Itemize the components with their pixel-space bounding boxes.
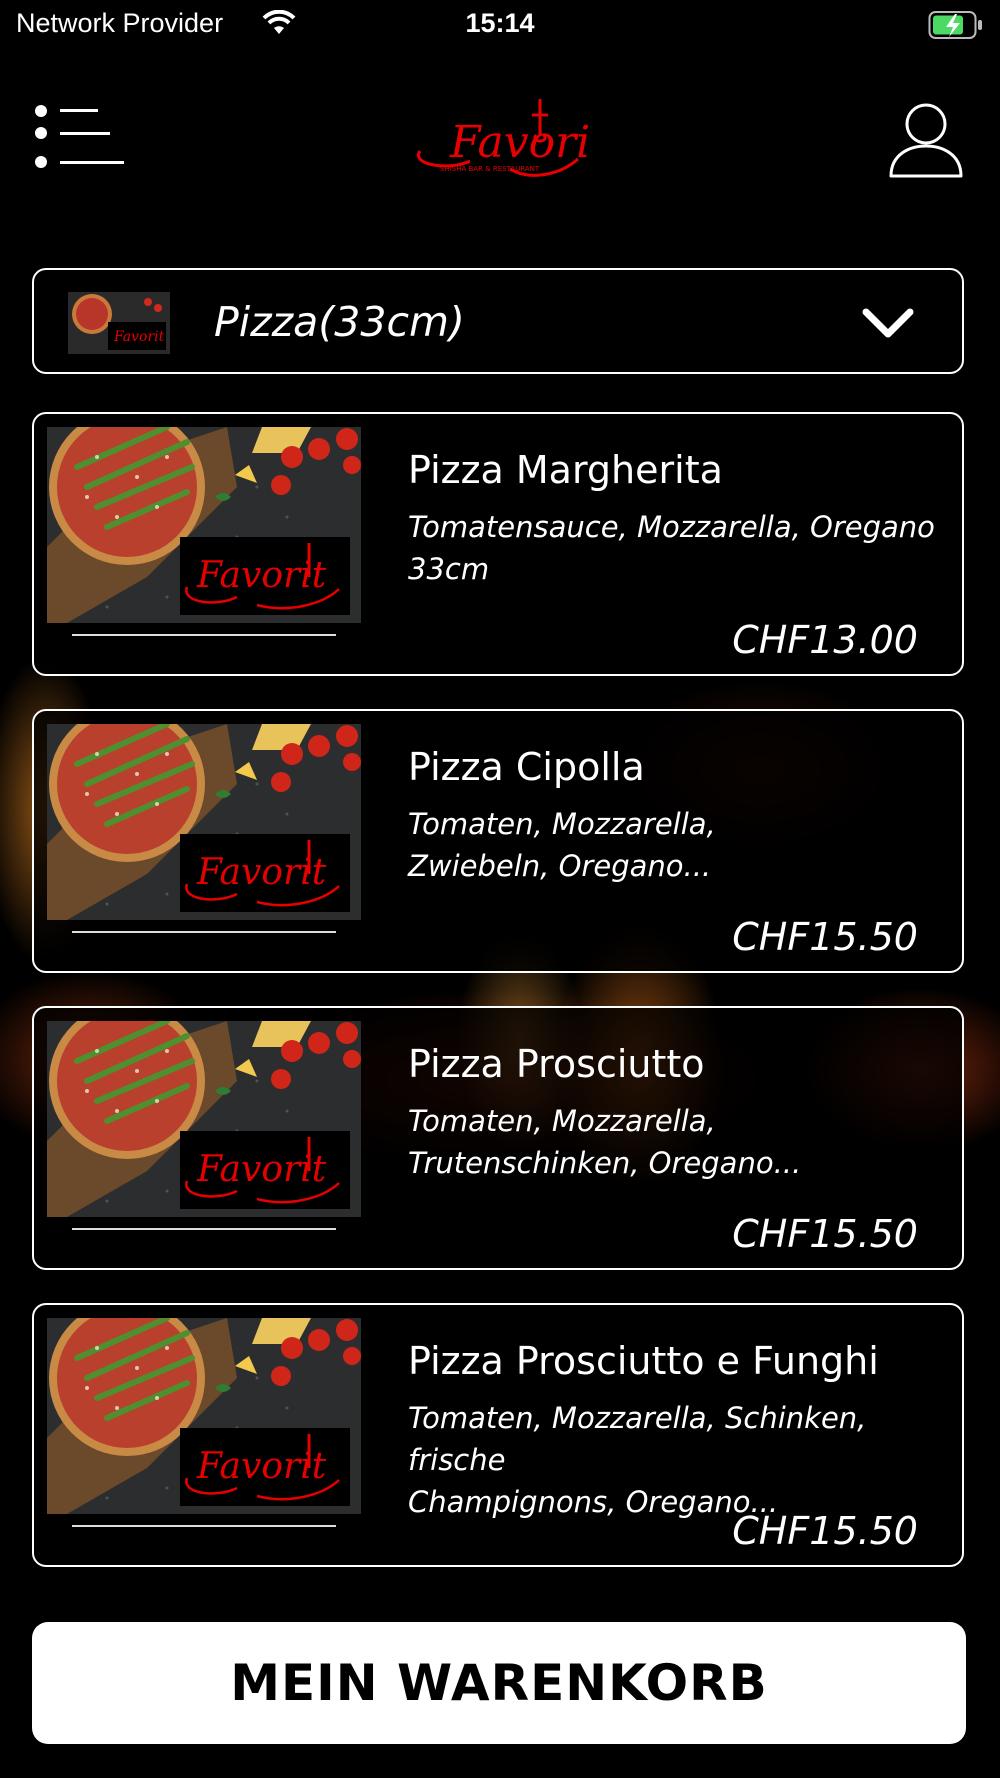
- svg-text:Favorit: Favorit: [113, 329, 165, 345]
- svg-text:Favorit: Favorit: [196, 852, 327, 893]
- product-image: Favorit: [47, 427, 361, 623]
- divider: [72, 1525, 336, 1527]
- product-price: CHF13.00: [732, 618, 918, 662]
- cart-button[interactable]: MEIN WARENKORB: [32, 1622, 966, 1744]
- product-price: CHF15.50: [732, 915, 918, 959]
- product-price: CHF15.50: [732, 1212, 918, 1256]
- product-card[interactable]: Favorit Pizza Cipolla Tomaten, Mozzarell…: [32, 709, 964, 973]
- product-name: Pizza Prosciutto: [408, 1042, 705, 1086]
- product-image: Favorit: [47, 724, 361, 920]
- category-label: Pizza(33cm): [214, 298, 465, 346]
- product-description: Tomatensauce, Mozzarella, Oregano 33cm: [408, 510, 935, 586]
- svg-text:Favorit: Favorit: [449, 117, 590, 168]
- product-description: Tomaten, Mozzarella, Zwiebeln, Oregano..…: [408, 807, 716, 883]
- product-image: Favorit: [47, 1318, 361, 1514]
- chevron-down-icon: [862, 308, 914, 338]
- divider: [72, 1228, 336, 1230]
- product-name: Pizza Cipolla: [408, 745, 645, 789]
- battery-icon: [928, 11, 982, 39]
- menu-button[interactable]: [34, 104, 126, 174]
- divider: [72, 931, 336, 933]
- clock: 15:14: [465, 8, 535, 38]
- category-thumbnail: Favorit: [68, 292, 170, 354]
- product-price: CHF15.50: [732, 1509, 918, 1553]
- category-dropdown[interactable]: Favorit Pizza(33cm): [32, 268, 964, 374]
- user-icon: [889, 103, 963, 178]
- logo-subtitle: SHISHA BAR & RESTAURANT: [440, 165, 540, 173]
- product-name: Pizza Margherita: [408, 448, 723, 492]
- product-card[interactable]: Favorit Pizza Margherita Tomatensauce, M…: [32, 412, 964, 676]
- brand-logo: Favorit SHISHA BAR & RESTAURANT: [410, 95, 608, 185]
- svg-text:Favorit: Favorit: [196, 1149, 327, 1190]
- product-card[interactable]: Favorit Pizza Prosciutto e Funghi Tomate…: [32, 1303, 964, 1567]
- menu-icon: [35, 105, 124, 168]
- svg-text:Favorit: Favorit: [196, 555, 327, 596]
- product-description: Tomaten, Mozzarella, Schinken, frische C…: [408, 1401, 867, 1519]
- product-card[interactable]: Favorit Pizza Prosciutto Tomaten, Mozzar…: [32, 1006, 964, 1270]
- product-description: Tomaten, Mozzarella, Trutenschinken, Ore…: [408, 1104, 802, 1180]
- product-image: Favorit: [47, 1021, 361, 1217]
- profile-button[interactable]: [888, 100, 964, 180]
- divider: [72, 634, 336, 636]
- status-bar: Network Provider 15:14: [0, 0, 1000, 50]
- svg-text:Favorit: Favorit: [196, 1446, 327, 1487]
- product-name: Pizza Prosciutto e Funghi: [408, 1339, 879, 1383]
